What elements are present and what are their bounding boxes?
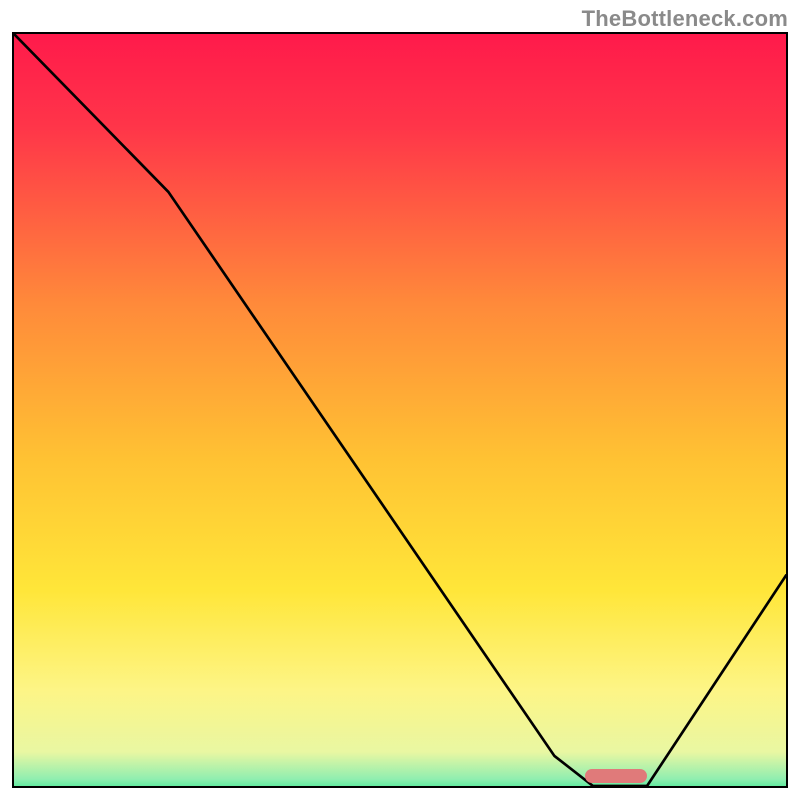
watermark-text: TheBottleneck.com bbox=[582, 6, 788, 32]
plot-area bbox=[12, 32, 788, 788]
bottleneck-curve bbox=[14, 34, 786, 786]
optimal-range-marker bbox=[585, 769, 647, 783]
chart-container: TheBottleneck.com bbox=[0, 0, 800, 800]
